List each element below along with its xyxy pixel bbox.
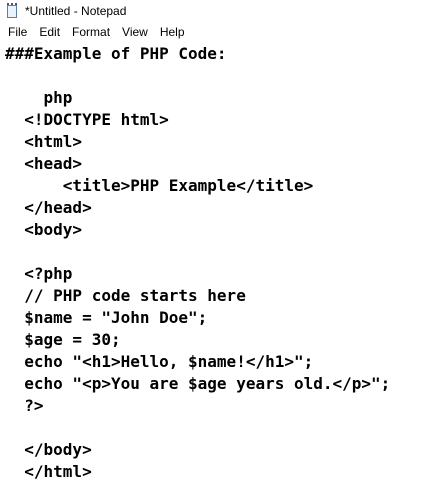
notepad-icon xyxy=(5,3,19,19)
text-editor[interactable]: ###Example of PHP Code: php <!DOCTYPE ht… xyxy=(0,42,435,494)
menu-file[interactable]: File xyxy=(2,22,33,42)
editor-line: echo "<h1>Hello, $name!</h1>"; xyxy=(5,352,314,371)
editor-line: // PHP code starts here xyxy=(5,286,246,305)
editor-line: ###Example of PHP Code: xyxy=(5,44,227,63)
editor-line: </body> xyxy=(5,440,92,459)
menu-help[interactable]: Help xyxy=(154,22,191,42)
editor-content[interactable]: ###Example of PHP Code: php <!DOCTYPE ht… xyxy=(0,42,435,483)
editor-line: <?php xyxy=(5,264,73,283)
editor-line: </html> xyxy=(5,462,92,481)
editor-line: $name = "John Doe"; xyxy=(5,308,208,327)
editor-line: <body> xyxy=(5,220,83,239)
editor-line: $age = 30; xyxy=(5,330,121,349)
editor-line: <html> xyxy=(5,132,83,151)
window-title: *Untitled - Notepad xyxy=(25,4,127,18)
menu-edit[interactable]: Edit xyxy=(33,22,66,42)
editor-line: ?> xyxy=(5,396,44,415)
editor-line: echo "<p>You are $age years old.</p>"; xyxy=(5,374,391,393)
menu-format[interactable]: Format xyxy=(66,22,116,42)
editor-line: php xyxy=(5,88,73,107)
editor-line: <title>PHP Example</title> xyxy=(5,176,314,195)
menu-bar: File Edit Format View Help xyxy=(0,22,435,42)
title-bar: *Untitled - Notepad xyxy=(0,0,435,22)
editor-line: <!DOCTYPE html> xyxy=(5,110,169,129)
editor-line: <head> xyxy=(5,154,83,173)
menu-view[interactable]: View xyxy=(116,22,154,42)
editor-line: </head> xyxy=(5,198,92,217)
notepad-window: *Untitled - Notepad File Edit Format Vie… xyxy=(0,0,435,494)
